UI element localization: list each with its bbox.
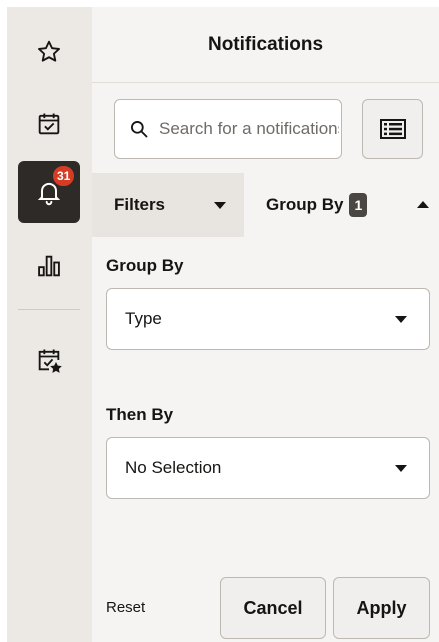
notifications-panel: Notifications Filters	[92, 7, 439, 642]
reset-button[interactable]: Reset	[106, 599, 145, 616]
tab-filters[interactable]: Filters	[92, 173, 244, 237]
group-by-select[interactable]: Type	[106, 288, 430, 350]
bar-chart-icon	[38, 255, 60, 277]
star-icon	[38, 40, 60, 62]
calendar-check-star-icon	[38, 349, 62, 373]
rail-item-notifications[interactable]: 31	[18, 161, 80, 223]
rail-divider	[18, 309, 80, 310]
list-view-icon	[379, 119, 406, 139]
chevron-down-icon	[395, 465, 407, 472]
rail-item-starred-tasks[interactable]	[18, 329, 80, 391]
view-toggle-button[interactable]	[362, 99, 423, 159]
group-by-count-badge: 1	[349, 193, 368, 217]
then-by-select[interactable]: No Selection	[106, 437, 430, 499]
cancel-button[interactable]: Cancel	[220, 577, 326, 639]
navigation-rail: 31	[7, 7, 92, 642]
tab-group-by-label: Group By	[266, 195, 344, 214]
then-by-value: No Selection	[125, 458, 222, 477]
then-by-label: Then By	[106, 405, 174, 424]
filter-tabs: Filters Group By 1	[92, 173, 439, 237]
group-by-value: Type	[125, 309, 162, 328]
chevron-down-icon	[395, 316, 407, 323]
search-box[interactable]	[114, 99, 342, 159]
apply-button[interactable]: Apply	[333, 577, 430, 639]
search-icon	[131, 121, 148, 138]
chevron-down-icon	[214, 202, 226, 209]
calendar-check-icon	[38, 113, 60, 135]
tab-filters-label: Filters	[114, 195, 166, 214]
search-input[interactable]	[159, 119, 339, 139]
panel-title: Notifications	[92, 7, 439, 83]
chevron-up-icon	[417, 201, 429, 208]
rail-item-tasks[interactable]	[18, 93, 80, 155]
notification-count-badge: 31	[52, 165, 76, 187]
app-frame: 31 Notifications Search for a notificati…	[7, 7, 439, 642]
group-by-label: Group By	[106, 256, 184, 275]
rail-item-analytics[interactable]	[18, 235, 80, 297]
rail-item-favorites[interactable]	[18, 21, 80, 83]
tab-group-by[interactable]: Group By 1	[244, 173, 439, 237]
